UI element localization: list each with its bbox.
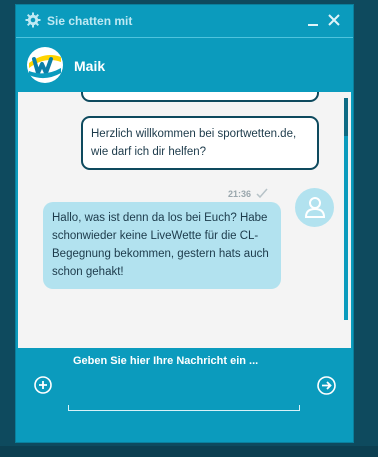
agent-name: Maik [74,58,106,74]
message-time: 21:36 [228,189,252,199]
message-input-placeholder[interactable]: Geben Sie hier Ihre Nachricht ein ... [73,355,258,367]
minimize-icon[interactable] [305,11,321,29]
chat-widget: Sie chatten mit Maik Herzlich willkommen… [16,5,353,442]
gear-icon[interactable] [25,12,41,28]
window-title: Sie chatten mit [47,14,133,28]
title-bar: Sie chatten mit [16,5,353,38]
user-avatar [295,188,334,227]
add-icon[interactable] [34,376,52,394]
close-icon[interactable] [326,11,342,29]
brand-logo [27,47,63,83]
agent-message-bubble [81,92,319,102]
scrollbar-thumb[interactable] [344,98,348,136]
message-list[interactable]: Herzlich willkommen bei sportwetten.de, … [18,92,351,348]
check-icon [256,188,268,199]
message-text: Hallo, was ist denn da los bei Euch? Hab… [52,212,269,278]
message-text: Herzlich willkommen bei sportwetten.de, … [91,128,297,158]
page-bottom-strip [0,446,378,457]
message-input[interactable] [68,405,300,411]
compose-area: Geben Sie hier Ihre Nachricht ein ... [16,348,353,442]
user-avatar-icon [304,197,326,218]
user-message-bubble: Hallo, was ist denn da los bei Euch? Hab… [43,202,281,289]
agent-header: Maik [16,38,353,92]
agent-message-bubble: Herzlich willkommen bei sportwetten.de, … [81,116,319,170]
send-icon[interactable] [317,376,336,395]
